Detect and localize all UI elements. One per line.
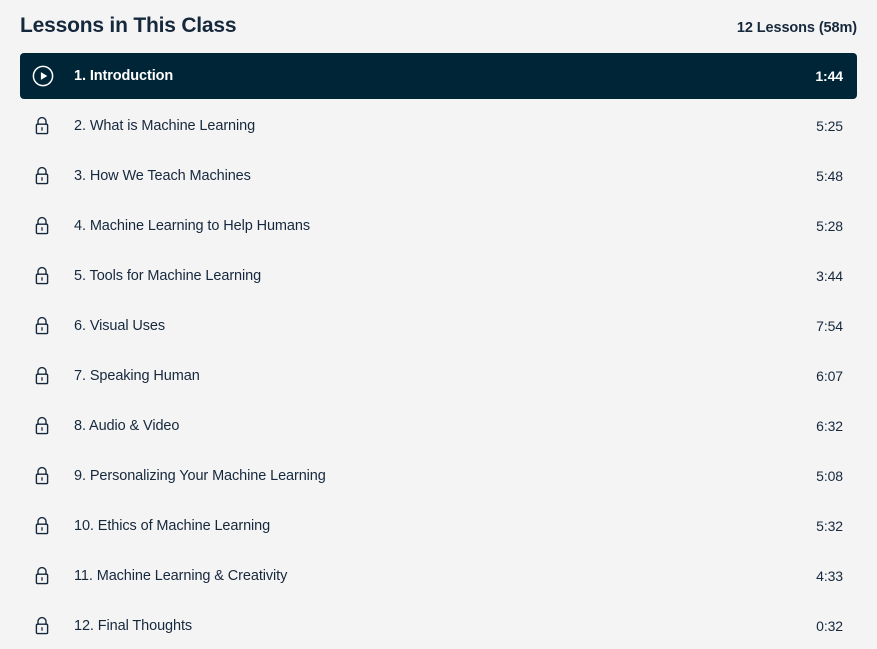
lesson-row[interactable]: 12. Final Thoughts 0:32	[20, 603, 857, 649]
lesson-status-icon-cell	[32, 315, 66, 337]
page-title: Lessons in This Class	[20, 14, 237, 37]
lesson-title: 1. Introduction	[74, 68, 174, 84]
lesson-status-icon-cell	[32, 165, 66, 187]
lesson-duration: 5:08	[816, 468, 843, 484]
lesson-row[interactable]: 11. Machine Learning & Creativity 4:33	[20, 553, 857, 599]
lesson-title: 10. Ethics of Machine Learning	[74, 518, 271, 534]
lesson-status-icon-cell	[32, 65, 66, 87]
lesson-title: 5. Tools for Machine Learning	[74, 268, 262, 284]
lesson-duration: 0:32	[816, 618, 843, 634]
lessons-panel: Lessons in This Class 12 Lessons (58m) 1…	[0, 0, 877, 649]
lock-icon	[32, 165, 52, 187]
lock-icon	[32, 515, 52, 537]
lock-icon	[32, 365, 52, 387]
lesson-count-label: 12 Lessons (58m)	[736, 20, 857, 36]
lesson-row[interactable]: 1. Introduction 1:44	[20, 53, 857, 99]
lesson-duration: 5:28	[816, 218, 843, 234]
lock-icon	[32, 215, 52, 237]
lesson-row[interactable]: 10. Ethics of Machine Learning 5:32	[20, 503, 857, 549]
lesson-status-icon-cell	[32, 415, 66, 437]
lesson-status-icon-cell	[32, 365, 66, 387]
lesson-list: 1. Introduction 1:44 2. What is Machine Le…	[0, 53, 877, 649]
play-icon[interactable]	[32, 65, 54, 87]
lesson-title: 8. Audio & Video	[74, 418, 180, 434]
lock-icon	[32, 565, 52, 587]
lock-icon	[32, 265, 52, 287]
lesson-duration: 5:48	[816, 168, 843, 184]
lesson-duration: 5:25	[816, 118, 843, 134]
lesson-duration: 5:32	[816, 518, 843, 534]
lesson-title: 2. What is Machine Learning	[74, 118, 256, 134]
lesson-duration: 3:44	[816, 268, 843, 284]
lesson-row[interactable]: 3. How We Teach Machines 5:48	[20, 153, 857, 199]
lesson-status-icon-cell	[32, 615, 66, 637]
lesson-row[interactable]: 9. Personalizing Your Machine Learning 5:…	[20, 453, 857, 499]
lock-icon	[32, 615, 52, 637]
lessons-header: Lessons in This Class 12 Lessons (58m)	[0, 0, 877, 53]
lesson-status-icon-cell	[32, 515, 66, 537]
lesson-title: 4. Machine Learning to Help Humans	[74, 218, 310, 234]
lock-icon	[32, 465, 52, 487]
lesson-title: 12. Final Thoughts	[74, 618, 193, 634]
lesson-title: 7. Speaking Human	[74, 368, 200, 384]
lesson-duration: 4:33	[816, 568, 843, 584]
lesson-row[interactable]: 7. Speaking Human 6:07	[20, 353, 857, 399]
lesson-duration: 6:32	[816, 418, 843, 434]
lesson-status-icon-cell	[32, 215, 66, 237]
lesson-title: 11. Machine Learning & Creativity	[74, 568, 288, 584]
lock-icon	[32, 315, 52, 337]
lesson-title: 9. Personalizing Your Machine Learning	[74, 468, 326, 484]
lesson-status-icon-cell	[32, 265, 66, 287]
lock-icon	[32, 415, 52, 437]
lesson-row[interactable]: 6. Visual Uses 7:54	[20, 303, 857, 349]
lesson-row[interactable]: 5. Tools for Machine Learning 3:44	[20, 253, 857, 299]
lesson-duration: 7:54	[816, 318, 843, 334]
lesson-row[interactable]: 2. What is Machine Learning 5:25	[20, 103, 857, 149]
lesson-duration: 6:07	[816, 368, 843, 384]
lesson-status-icon-cell	[32, 115, 66, 137]
lesson-title: 6. Visual Uses	[74, 318, 166, 334]
lesson-title: 3. How We Teach Machines	[74, 168, 251, 184]
lesson-row[interactable]: 4. Machine Learning to Help Humans 5:28	[20, 203, 857, 249]
lock-icon	[32, 115, 52, 137]
lesson-row[interactable]: 8. Audio & Video 6:32	[20, 403, 857, 449]
lesson-duration: 1:44	[815, 68, 843, 84]
lesson-status-icon-cell	[32, 465, 66, 487]
lesson-status-icon-cell	[32, 565, 66, 587]
